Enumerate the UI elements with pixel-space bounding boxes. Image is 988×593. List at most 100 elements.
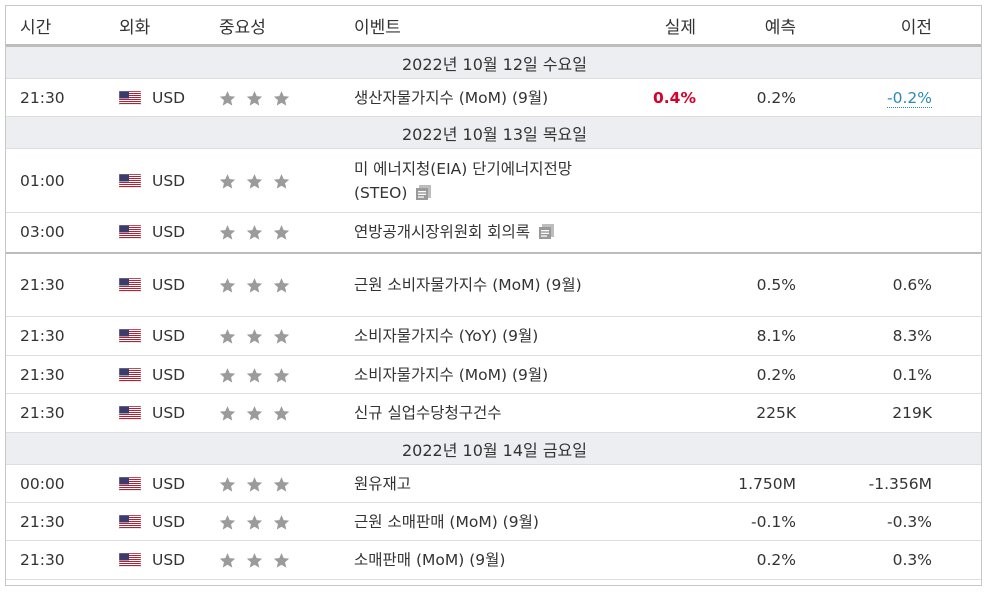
event-currency: USD [118, 78, 219, 117]
star-icon [246, 552, 263, 569]
star-icon [219, 224, 236, 241]
header-importance[interactable]: 중요성 [219, 6, 354, 47]
star-icon [273, 552, 290, 569]
event-time: 21:30 [6, 316, 119, 356]
table-row[interactable]: 21:30 USD 소비자물가지수 (MoM) (9월) 0.2% 0.1% [6, 355, 981, 394]
event-previous: 0.6% [801, 252, 981, 317]
star-icon [273, 476, 290, 493]
event-forecast: 8.1% [700, 316, 801, 356]
star-icon [219, 90, 236, 107]
table-row[interactable]: 01:00 USD 미 에너지청(EIA) 단기에너지전망(STEO) [6, 148, 981, 213]
table-row[interactable]: 21:30 USD 소비자물가지수 (YoY) (9월) 8.1% 8.3% [6, 316, 981, 356]
table-row[interactable]: 03:00 USD 연방공개시장위원회 회의록 [6, 212, 981, 254]
currency-code: USD [152, 223, 186, 242]
importance-stars [219, 502, 354, 541]
event-time: 21:30 [6, 252, 119, 317]
star-icon [219, 173, 236, 190]
event-actual [616, 393, 700, 433]
event-actual [616, 212, 700, 254]
header-forecast[interactable]: 예측 [700, 6, 801, 47]
star-icon [246, 367, 263, 384]
star-icon [273, 90, 290, 107]
header-currency[interactable]: 외화 [119, 6, 219, 47]
event-actual [616, 355, 700, 394]
event-currency: USD [118, 464, 219, 503]
event-actual [616, 252, 700, 317]
event-name[interactable]: 연방공개시장위원회 회의록 [354, 223, 530, 241]
importance-stars [219, 393, 354, 433]
date-label: 2022년 10월 14일 금요일 [6, 432, 981, 465]
header-previous[interactable]: 이전 [801, 6, 981, 47]
event-name[interactable]: 소비자물가지수 (MoM) (9월) [354, 355, 616, 394]
star-icon [273, 277, 290, 294]
star-icon [273, 224, 290, 241]
event-previous [801, 212, 981, 254]
star-icon [246, 405, 263, 422]
currency-code: USD [152, 365, 186, 384]
table-row[interactable]: 00:00 USD 원유재고 1.750M -1.356M [6, 464, 981, 503]
event-actual [616, 464, 700, 503]
table-row[interactable]: 21:30 USD 근원 소매판매 (MoM) (9월) -0.1% -0.3% [6, 502, 981, 541]
currency-code: USD [152, 327, 186, 345]
event-currency: USD [118, 316, 219, 356]
currency-code: USD [152, 275, 186, 294]
document-icon[interactable] [415, 184, 432, 201]
event-cell[interactable]: 연방공개시장위원회 회의록 [354, 212, 616, 254]
event-name[interactable]: 근원 소매판매 (MoM) (9월) [354, 502, 616, 541]
header-time[interactable]: 시간 [6, 6, 119, 47]
star-icon [246, 90, 263, 107]
star-icon [273, 405, 290, 422]
event-time: 03:00 [6, 212, 119, 254]
us-flag-icon [118, 277, 142, 293]
importance-stars [219, 464, 354, 503]
event-name[interactable]: 신규 실업수당청구건수 [354, 393, 616, 433]
us-flag-icon [118, 367, 142, 382]
importance-stars [219, 212, 354, 254]
event-forecast: 0.2% [700, 78, 801, 117]
event-currency: USD [118, 393, 219, 433]
star-icon [246, 173, 263, 190]
currency-code: USD [152, 404, 186, 422]
table-row[interactable]: 21:30 USD 근원 소비자물가지수 (MoM) (9월) 0.5% 0.6… [6, 252, 981, 317]
event-time: 21:30 [6, 502, 119, 541]
table-row[interactable]: 21:30 USD 생산자물가지수 (MoM) (9월) 0.4% 0.2% -… [6, 78, 981, 117]
table-row[interactable]: 21:30 USD 신규 실업수당청구건수 225K 219K [6, 393, 981, 433]
date-row: 2022년 10월 12일 수요일 [6, 45, 981, 79]
event-previous: 0.1% [801, 355, 981, 394]
event-cell[interactable]: 미 에너지청(EIA) 단기에너지전망(STEO) [354, 148, 616, 213]
star-icon [219, 552, 236, 569]
event-previous-revised[interactable]: -0.2% [887, 88, 932, 108]
event-forecast: 0.2% [700, 355, 801, 394]
date-row: 2022년 10월 13일 목요일 [6, 116, 981, 149]
date-label: 2022년 10월 12일 수요일 [6, 45, 981, 79]
event-forecast: 1.750M [700, 464, 801, 503]
document-icon[interactable] [538, 223, 555, 240]
event-name[interactable]: 소매판매 (MoM) (9월) [354, 540, 616, 580]
star-icon [273, 173, 290, 190]
star-icon [219, 328, 236, 345]
date-row: 2022년 10월 14일 금요일 [6, 432, 981, 465]
event-currency: USD [118, 502, 219, 541]
currency-code: USD [152, 88, 186, 107]
event-actual: 0.4% [653, 88, 696, 107]
event-previous [801, 148, 981, 213]
table-row[interactable]: 21:30 USD 소매판매 (MoM) (9월) 0.2% 0.3% [6, 540, 981, 580]
event-forecast [700, 212, 801, 254]
event-name[interactable]: 미 에너지청(EIA) 단기에너지전망(STEO) [354, 160, 572, 202]
star-icon [246, 514, 263, 531]
event-name[interactable]: 생산자물가지수 (MoM) (9월) [354, 78, 616, 117]
event-name[interactable]: 소비자물가지수 (YoY) (9월) [354, 316, 616, 356]
event-name[interactable]: 근원 소비자물가지수 (MoM) (9월) [354, 252, 616, 317]
event-name[interactable]: 원유재고 [354, 464, 616, 503]
header-event[interactable]: 이벤트 [354, 6, 616, 47]
date-label: 2022년 10월 13일 목요일 [6, 116, 981, 149]
event-time: 21:30 [6, 393, 119, 433]
importance-stars [219, 355, 354, 394]
event-time: 21:30 [6, 355, 119, 394]
header-actual[interactable]: 실제 [616, 6, 700, 47]
event-time: 21:30 [6, 540, 119, 580]
event-currency: USD [118, 252, 219, 317]
currency-code: USD [152, 551, 186, 569]
event-previous: 0.3% [801, 540, 981, 580]
importance-stars [219, 540, 354, 580]
